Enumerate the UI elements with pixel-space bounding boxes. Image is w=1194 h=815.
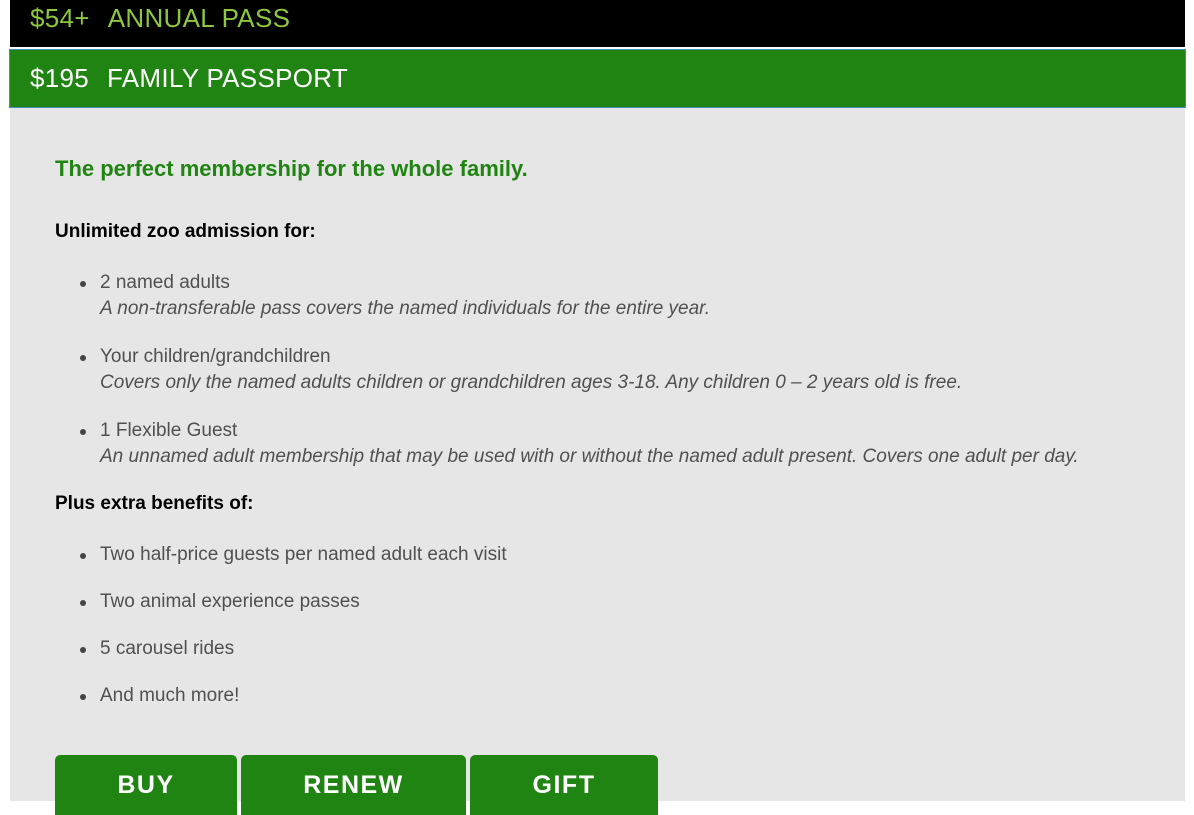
annual-pass-title: ANNUAL PASS — [107, 3, 291, 33]
annual-pass-accordion-header[interactable]: $54+ ANNUAL PASS — [10, 0, 1185, 47]
admission-item-detail: Covers only the named adults children or… — [100, 372, 963, 393]
admission-item-label: Your children/grandchildren — [100, 346, 331, 367]
bullet-icon — [80, 281, 86, 287]
renew-button[interactable]: RENEW — [241, 755, 466, 815]
benefit-item-label: 5 carousel rides — [100, 638, 235, 659]
bullet-icon — [80, 553, 86, 559]
membership-tagline: The perfect membership for the whole fam… — [55, 156, 528, 181]
admission-item-detail: A non-transferable pass covers the named… — [100, 298, 711, 319]
annual-pass-price: $54+ — [30, 3, 90, 33]
bullet-icon — [80, 694, 86, 700]
family-passport-panel: The perfect membership for the whole fam… — [10, 108, 1185, 815]
bullet-icon — [80, 600, 86, 606]
admission-item-label: 1 Flexible Guest — [100, 420, 238, 441]
buy-button[interactable]: BUY — [55, 755, 237, 815]
benefits-heading: Plus extra benefits of: — [55, 493, 254, 514]
family-passport-price: $195 — [30, 63, 90, 93]
benefit-item-label: Two animal experience passes — [100, 591, 360, 612]
admission-heading: Unlimited zoo admission for: — [55, 221, 316, 242]
gift-button[interactable]: GIFT — [470, 755, 658, 815]
admission-item-detail: An unnamed adult membership that may be … — [100, 446, 1079, 467]
admission-item-label: 2 named adults — [100, 272, 230, 293]
benefit-item-label: Two half-price guests per named adult ea… — [100, 544, 507, 565]
family-passport-accordion-header[interactable]: $195 FAMILY PASSPORT — [9, 49, 1186, 108]
bullet-icon — [80, 647, 86, 653]
family-passport-title: FAMILY PASSPORT — [107, 63, 349, 93]
bullet-icon — [80, 355, 86, 361]
bullet-icon — [80, 429, 86, 435]
benefit-item-label: And much more! — [100, 685, 240, 706]
